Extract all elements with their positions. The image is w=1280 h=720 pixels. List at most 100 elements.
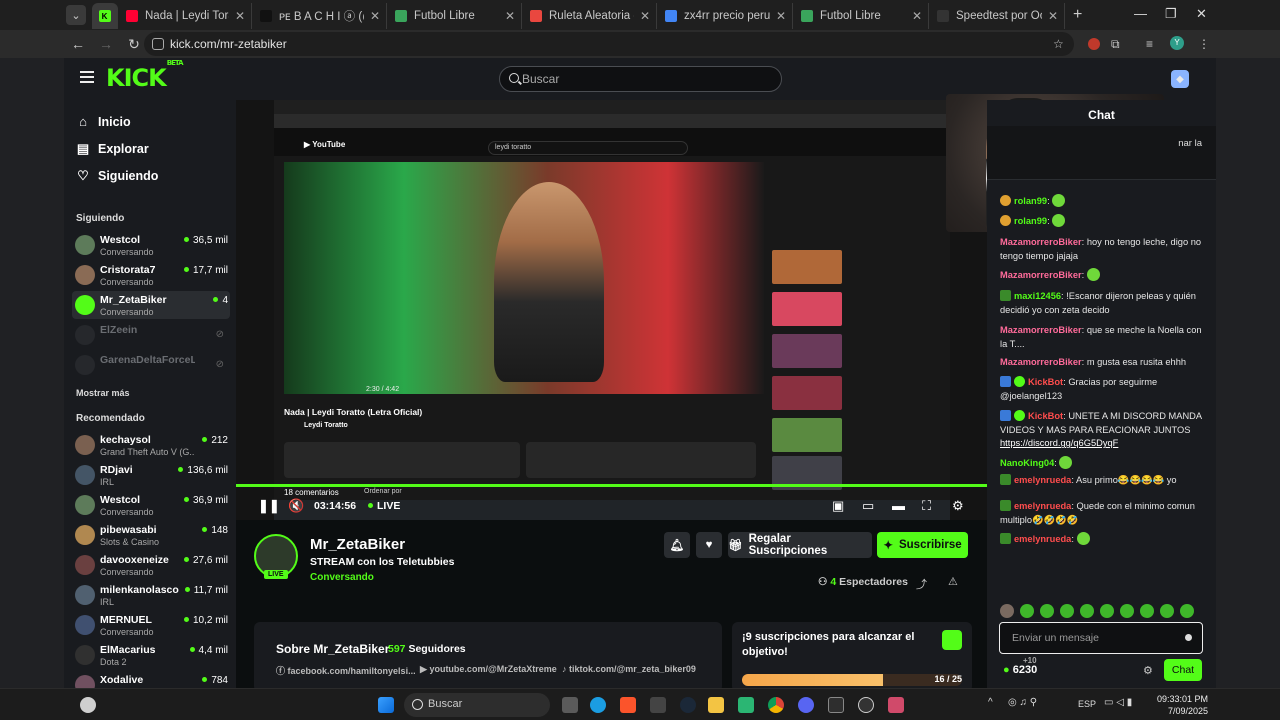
emote-icon[interactable] <box>1080 604 1094 618</box>
tab-close-icon[interactable]: ✕ <box>912 9 922 23</box>
share-icon[interactable]: ⤴ <box>916 576 927 592</box>
sidebar-channel[interactable]: Cristorata7 Conversando 17,7 mil <box>72 261 230 289</box>
chat-input[interactable]: Enviar un mensaje <box>999 622 1203 654</box>
input-language[interactable]: ESP <box>1078 699 1096 709</box>
chat-link[interactable]: https://discord.gg/q6G5DyqF <box>1000 438 1118 448</box>
sidebar-channel[interactable]: ElMacarius Dota 2 4,4 mil <box>72 641 230 669</box>
edge-icon[interactable] <box>590 697 606 713</box>
tab-close-icon[interactable]: ✕ <box>235 9 245 23</box>
tab-2[interactable]: Futbol Libre ✕ <box>387 3 522 29</box>
chat-username[interactable]: MazamorreroBiker <box>1000 357 1082 367</box>
chat-username[interactable]: emelynrueda <box>1014 501 1071 511</box>
sidebar-channel[interactable]: pibewasabi Slots & Casino 148 <box>72 521 230 549</box>
app2-icon[interactable] <box>738 697 754 713</box>
sidebar-channel[interactable]: XodaliveSlots & Casino784 <box>72 671 230 688</box>
explorer-icon[interactable] <box>708 697 724 713</box>
theater-icon[interactable]: ▬ <box>892 498 905 513</box>
bookmark-star-icon[interactable]: ☆ <box>1053 37 1064 51</box>
youtube-link[interactable]: ▶ youtube.com/@MrZetaXtreme <box>420 664 557 675</box>
task-view-icon[interactable] <box>562 697 578 713</box>
forward-icon[interactable]: → <box>94 36 118 52</box>
taskbar-search[interactable]: Buscar <box>404 693 550 717</box>
sidebar-channel[interactable]: GarenaDeltaForceLAT... ⊘ <box>72 351 230 379</box>
windows-start-icon[interactable] <box>378 697 394 713</box>
tab-pinned-kick[interactable]: K <box>92 3 118 29</box>
sidebar-channel[interactable]: RDjavi IRL 136,6 mil <box>72 461 230 489</box>
profile-avatar-icon[interactable]: Y <box>1170 36 1184 50</box>
chat-username[interactable]: maxi12456 <box>1014 291 1061 301</box>
kick-logo[interactable]: KICKBETA <box>106 59 184 92</box>
tab-close-icon[interactable]: ✕ <box>1048 9 1058 23</box>
url-field[interactable]: kick.com/mr-zetabiker <box>144 32 1074 56</box>
tray-icons[interactable]: ◎ ♫ ⚲ <box>1008 697 1037 708</box>
chat-username[interactable]: rolan99 <box>1014 216 1047 226</box>
stream-category[interactable]: Conversando <box>310 572 374 583</box>
emote-icon[interactable] <box>1120 604 1134 618</box>
app4-icon[interactable] <box>888 697 904 713</box>
report-icon[interactable]: ⚠ <box>948 575 958 588</box>
subscribe-button[interactable]: ✦ Suscribirse <box>877 532 968 558</box>
tray-chevron-icon[interactable]: ^ <box>988 697 993 708</box>
chat-username[interactable]: MazamorreroBiker <box>1000 270 1082 280</box>
emote-icon[interactable] <box>1140 604 1154 618</box>
emote-icon[interactable] <box>1060 604 1074 618</box>
emote-icon[interactable] <box>1000 604 1014 618</box>
chat-username[interactable]: rolan99 <box>1014 196 1047 206</box>
brave-icon[interactable] <box>620 697 636 713</box>
reload-icon[interactable]: ↻ <box>122 36 146 53</box>
extensions-puzzle-icon[interactable]: ⧉ <box>1111 37 1120 52</box>
steam-icon[interactable] <box>680 697 696 713</box>
sidebar-channel[interactable]: Westcol Conversando 36,5 mil <box>72 231 230 259</box>
tab-1[interactable]: ᴘᴇ B A C H I ⓐ (@iamba ✕ <box>252 3 387 29</box>
media-controls-icon[interactable]: ≡ <box>1146 37 1153 51</box>
tab-6[interactable]: Speedtest por Ookla - La ✕ <box>929 3 1065 29</box>
chat-username[interactable]: emelynrueda <box>1014 534 1071 544</box>
gift-subs-button[interactable]: 🎁︎ Regalar Suscripciones <box>728 532 872 558</box>
tab-close-icon[interactable]: ✕ <box>505 9 515 23</box>
nav-explorar[interactable]: ▤ Explorar <box>76 141 149 157</box>
nav-inicio[interactable]: ⌂ Inicio <box>76 114 131 129</box>
app3-icon[interactable] <box>828 697 844 713</box>
sidebar-channel[interactable]: milenkanolasco IRL 11,7 mil <box>72 581 230 609</box>
emote-icon[interactable] <box>1160 604 1174 618</box>
sidebar-channel[interactable]: Westcol Conversando 36,9 mil <box>72 491 230 519</box>
tab-3[interactable]: Ruleta Aleatoria - Selecc ✕ <box>522 3 657 29</box>
tab-4[interactable]: zx4rr precio peru - Busca ✕ <box>657 3 793 29</box>
show-more-button[interactable]: Mostrar más <box>76 388 130 398</box>
chat-username[interactable]: emelynrueda <box>1014 475 1071 485</box>
clip-icon[interactable]: ▣ <box>832 498 844 514</box>
streamer-name[interactable]: Mr_ZetaBiker <box>310 536 405 553</box>
facebook-link[interactable]: ⓕ facebook.com/hamiltonyelsi... <box>276 664 416 677</box>
new-tab-button[interactable]: + <box>1073 6 1082 24</box>
sidebar-channel[interactable]: kechaysol Grand Theft Auto V (G... 212 <box>72 431 230 459</box>
site-info-icon[interactable] <box>152 38 164 50</box>
emote-icon[interactable] <box>1180 604 1194 618</box>
fullscreen-icon[interactable]: ⛶ <box>922 498 931 514</box>
chat-username[interactable]: KickBot <box>1028 377 1063 387</box>
channel-points[interactable]: ● 6230 <box>1003 664 1037 676</box>
pip-icon[interactable]: ▭ <box>862 498 874 514</box>
chat-username[interactable]: NanoKing04 <box>1000 458 1054 468</box>
hamburger-menu-icon[interactable] <box>80 71 94 83</box>
emote-icon[interactable] <box>1040 604 1054 618</box>
network-volume-icons[interactable]: ▭ ◁ ▮ <box>1104 697 1132 708</box>
back-icon[interactable]: ← <box>66 36 90 52</box>
close-window-icon[interactable]: ✕ <box>1196 6 1207 22</box>
app-icon[interactable] <box>650 697 666 713</box>
sidebar-channel[interactable]: MERNUEL Conversando 10,2 mil <box>72 611 230 639</box>
tab-5[interactable]: Futbol Libre ✕ <box>793 3 929 29</box>
chat-username[interactable]: MazamorreroBiker <box>1000 325 1082 335</box>
restore-icon[interactable]: ❐ <box>1165 6 1177 22</box>
emote-icon[interactable] <box>1100 604 1114 618</box>
extension-badge-icon[interactable] <box>1088 38 1100 50</box>
tab-close-icon[interactable]: ✕ <box>640 9 650 23</box>
emote-icon[interactable] <box>1020 604 1034 618</box>
chat-username[interactable]: KickBot <box>1028 411 1063 421</box>
notifications-bell-button[interactable]: 🔔︎ <box>664 532 690 558</box>
chat-username[interactable]: MazamorreroBiker <box>1000 237 1082 247</box>
chat-settings-icon[interactable]: ⚙ <box>1143 664 1153 677</box>
tab-0[interactable]: Nada | Leydi Toratto (Le ✕ <box>118 3 252 29</box>
sidebar-channel[interactable]: ElZeein ⊘ <box>72 321 230 349</box>
chat-send-button[interactable]: Chat <box>1164 659 1202 681</box>
pause-icon[interactable]: ❚❚ <box>258 498 280 514</box>
